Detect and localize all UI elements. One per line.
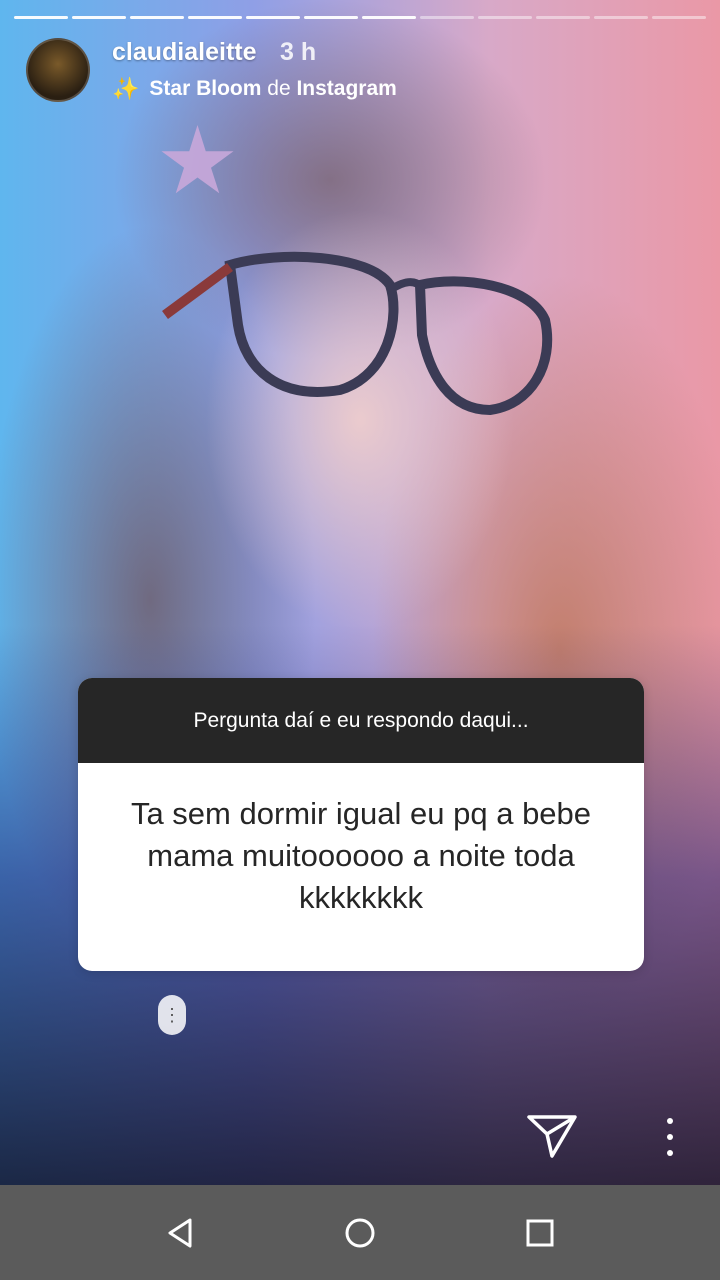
- progress-segment: [536, 16, 590, 19]
- recents-icon[interactable]: [480, 1185, 600, 1280]
- more-options-icon[interactable]: [660, 1118, 680, 1156]
- send-icon[interactable]: [526, 1112, 578, 1160]
- progress-segment: [478, 16, 532, 19]
- username[interactable]: claudialeitte: [112, 38, 257, 67]
- question-answer: Ta sem dormir igual eu pq a bebe mama mu…: [130, 796, 592, 915]
- android-nav-bar: [0, 1185, 720, 1280]
- avatar[interactable]: [26, 38, 90, 102]
- effect-connector: de: [267, 77, 291, 100]
- sparkle-icon: ✨: [112, 76, 140, 101]
- glasses-graphic: [162, 251, 553, 416]
- progress-segment: [652, 16, 706, 19]
- star-hair-clip: [161, 125, 234, 194]
- home-icon[interactable]: [300, 1185, 420, 1280]
- effect-attribution[interactable]: ✨ Star Bloom de Instagram: [112, 76, 397, 102]
- progress-segment: [594, 16, 648, 19]
- progress-segment: [188, 16, 242, 19]
- post-time: 3 h: [280, 38, 317, 66]
- progress-segment: [14, 16, 68, 19]
- story-viewer[interactable]: claudialeitte 3 h ✨ Star Bloom de Instag…: [0, 0, 720, 1185]
- progress-segment: [304, 16, 358, 19]
- more-dots-icon[interactable]: ⋮: [158, 995, 186, 1035]
- back-icon[interactable]: [120, 1185, 240, 1280]
- question-sticker[interactable]: Pergunta daí e eu respondo daqui... Ta s…: [78, 678, 644, 971]
- effect-source: Instagram: [296, 77, 397, 100]
- question-prompt: Pergunta daí e eu respondo daqui...: [78, 678, 644, 763]
- progress-segment: [72, 16, 126, 19]
- progress-segment: [420, 16, 474, 19]
- progress-segment: [246, 16, 300, 19]
- progress-segment: [362, 16, 416, 19]
- effect-name: Star Bloom: [149, 77, 262, 100]
- story-progress-bar: [14, 16, 706, 20]
- progress-segment: [130, 16, 184, 19]
